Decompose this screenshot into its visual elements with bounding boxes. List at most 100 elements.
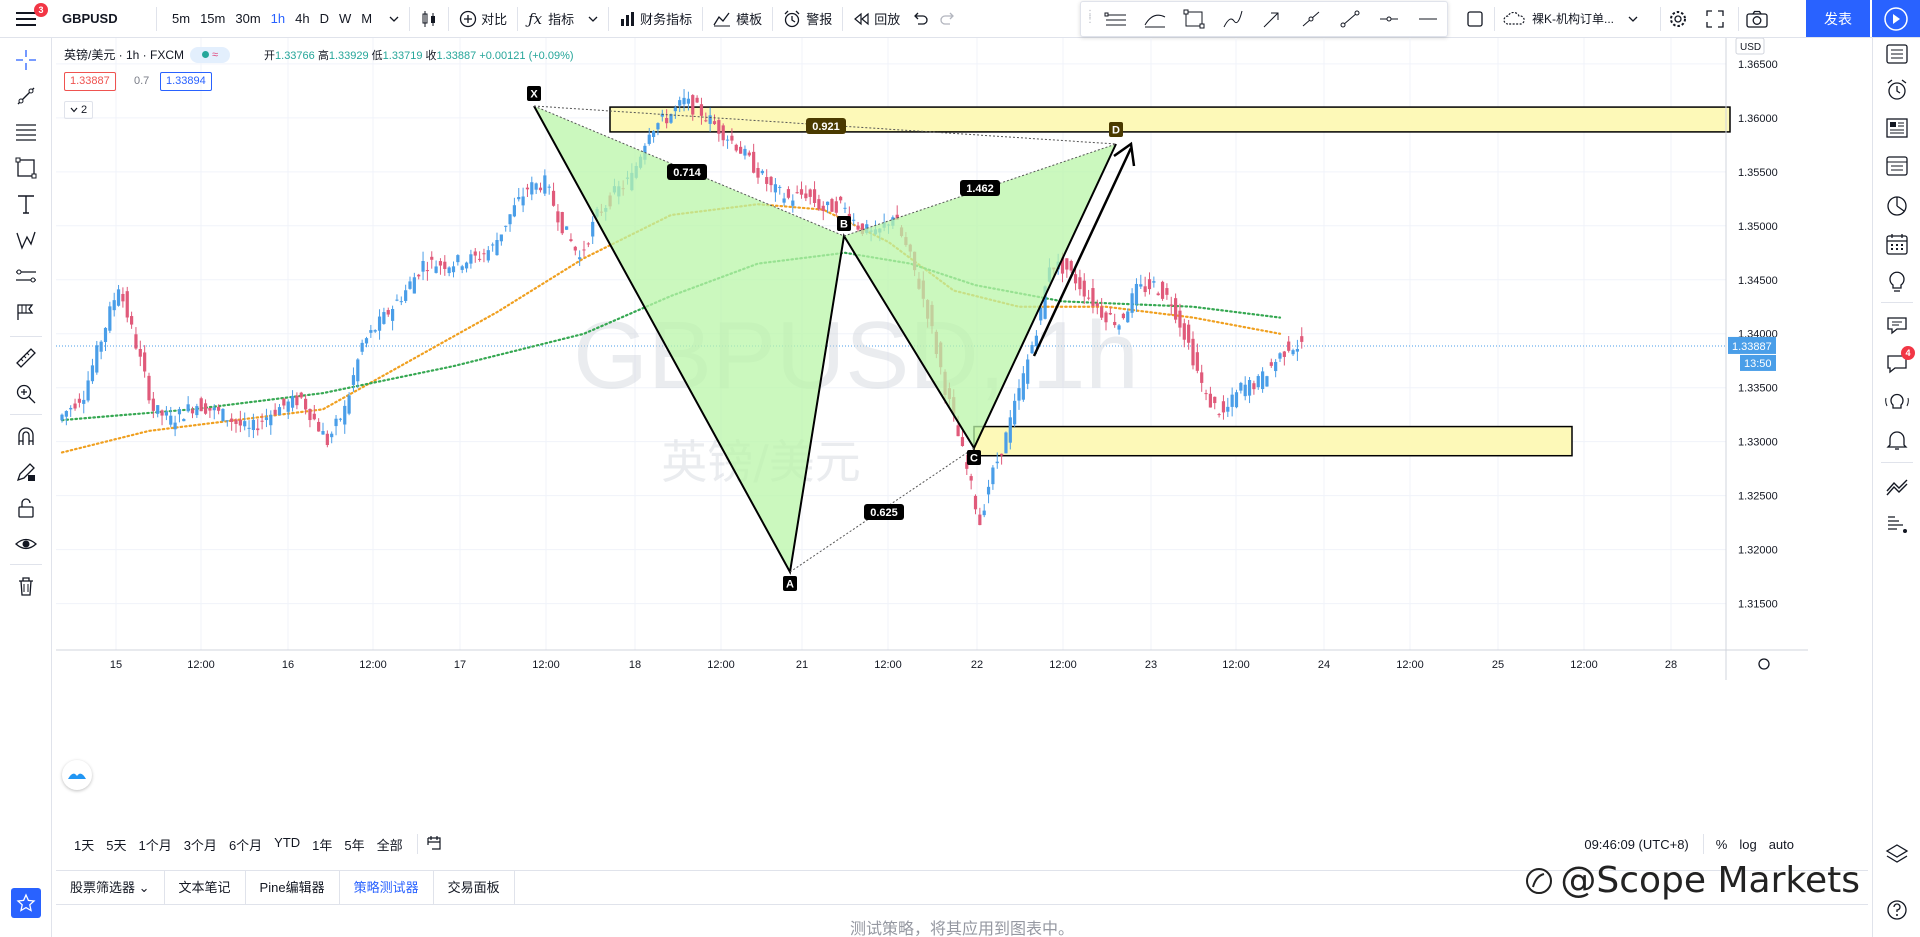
interval-d[interactable]: D: [315, 11, 334, 26]
help-button[interactable]: [1881, 894, 1913, 926]
buy-button[interactable]: 1.33894: [160, 72, 212, 91]
candle-body: [1274, 361, 1278, 372]
brush-tool[interactable]: [1214, 3, 1253, 35]
alerts-button[interactable]: [1881, 74, 1913, 106]
drag-handle-icon[interactable]: ⋮ ⋮: [1085, 10, 1095, 25]
magnet-tool[interactable]: [10, 422, 42, 450]
interval-m[interactable]: M: [356, 11, 377, 26]
interval-4h[interactable]: 4h: [290, 11, 314, 26]
undo-button[interactable]: [906, 0, 934, 38]
scale-option[interactable]: auto: [1763, 837, 1800, 852]
bottom-tab[interactable]: 文本笔记: [165, 870, 246, 905]
ideas-button[interactable]: [1881, 266, 1913, 298]
trading-panel-button[interactable]: [1881, 470, 1913, 502]
market-status[interactable]: ≈: [190, 46, 231, 63]
curve-tool[interactable]: [1136, 3, 1175, 35]
horizontal-ray-tool[interactable]: [1369, 3, 1408, 35]
chats-button[interactable]: 4: [1881, 346, 1915, 380]
symbol-description[interactable]: 英镑/美元 · 1h · FXCM: [64, 46, 184, 63]
ideas-stream-button[interactable]: [1881, 386, 1913, 418]
bottom-tab[interactable]: Pine编辑器: [246, 870, 340, 905]
range-button[interactable]: 5天: [100, 835, 132, 854]
price-chart[interactable]: GBPUSD, 1h 英镑/美元 XABCD0.9210.7141.4620.6…: [56, 38, 1808, 794]
scale-option[interactable]: log: [1733, 837, 1762, 852]
range-button[interactable]: 6个月: [223, 835, 268, 854]
symbol-search[interactable]: GBPUSD: [52, 0, 152, 38]
interval-5m[interactable]: 5m: [167, 11, 195, 26]
fullscreen-button[interactable]: [1700, 0, 1730, 38]
publish-button[interactable]: 发表: [1806, 0, 1870, 37]
favorites-button[interactable]: [11, 888, 41, 918]
shapes-tool[interactable]: [10, 154, 42, 182]
bottom-tab[interactable]: 策略测试器: [340, 870, 434, 905]
range-button[interactable]: 1个月: [132, 835, 177, 854]
interval-dropdown[interactable]: [383, 0, 405, 38]
indicators-button[interactable]: ƒx 指标: [522, 0, 604, 38]
measure-tool[interactable]: [10, 344, 42, 372]
layers-button[interactable]: [1881, 838, 1913, 870]
data-window-button[interactable]: [1881, 150, 1913, 182]
compare-button[interactable]: 对比: [453, 0, 513, 38]
candle-body: [482, 253, 486, 255]
layout-selector[interactable]: 裸K-机构订单...: [1496, 0, 1644, 38]
scale-option[interactable]: %: [1710, 837, 1734, 852]
left-drawing-toolbar: [0, 38, 52, 937]
icon-tool[interactable]: [10, 298, 42, 326]
stay-in-drawing-mode[interactable]: [10, 458, 42, 486]
range-button[interactable]: 1天: [68, 835, 100, 854]
horizontal-line-tool[interactable]: [1408, 3, 1447, 35]
dom-button[interactable]: [1881, 508, 1913, 540]
watchlist-button[interactable]: [1881, 38, 1913, 70]
snapshot-button[interactable]: [1740, 0, 1774, 38]
zoom-tool[interactable]: [10, 380, 42, 408]
lock-drawings[interactable]: [10, 494, 42, 522]
trend-line-tool[interactable]: [1330, 3, 1369, 35]
financials-button[interactable]: 财务指标: [613, 0, 698, 38]
fib-tool[interactable]: [10, 118, 42, 146]
range-button[interactable]: 3个月: [178, 835, 223, 854]
candle-body: [360, 342, 364, 352]
range-button[interactable]: 1年: [306, 835, 338, 854]
settings-button[interactable]: [1662, 0, 1694, 38]
interval-15m[interactable]: 15m: [195, 11, 230, 26]
hide-drawings[interactable]: [10, 530, 42, 558]
rectangle-tool[interactable]: [1175, 3, 1214, 35]
bottom-tab[interactable]: 交易面板: [434, 870, 515, 905]
brand-logo[interactable]: [62, 760, 92, 790]
sell-button[interactable]: 1.33887: [64, 72, 116, 91]
replay-button[interactable]: 回放: [847, 0, 906, 38]
alert-button[interactable]: 警报: [777, 0, 838, 38]
news-button[interactable]: [1881, 112, 1913, 144]
hotlist-button[interactable]: [1881, 190, 1913, 222]
calendar-button[interactable]: [1881, 228, 1913, 260]
main-menu-button[interactable]: 3: [0, 0, 52, 38]
range-button[interactable]: 全部: [371, 835, 409, 854]
trend-angle-tool[interactable]: [1291, 3, 1330, 35]
range-button[interactable]: 5年: [338, 835, 370, 854]
bottom-tab[interactable]: 股票筛选器 ⌄: [56, 870, 165, 905]
drawing-sync-button[interactable]: [1460, 0, 1490, 38]
interval-1h[interactable]: 1h: [266, 11, 290, 26]
notifications-button[interactable]: [1881, 424, 1913, 456]
clock[interactable]: 09:46:09 (UTC+8): [1584, 837, 1688, 852]
go-to-date-button[interactable]: [426, 835, 444, 854]
templates-button[interactable]: 模板: [707, 0, 768, 38]
pattern-tool[interactable]: [10, 226, 42, 254]
candle-body: [730, 135, 734, 141]
parallel-channel-tool[interactable]: [1097, 3, 1136, 35]
arrow-tool[interactable]: [1253, 3, 1292, 35]
trend-line-tool[interactable]: [10, 82, 42, 110]
candle-body: [591, 221, 595, 237]
interval-w[interactable]: W: [334, 11, 356, 26]
chart-type-button[interactable]: [414, 0, 444, 38]
indicators-collapse-button[interactable]: 2: [64, 101, 94, 119]
play-button[interactable]: [1872, 0, 1920, 37]
prediction-tool[interactable]: [10, 262, 42, 290]
redo-button[interactable]: [934, 0, 962, 38]
interval-30m[interactable]: 30m: [230, 11, 265, 26]
streams-button[interactable]: [1881, 310, 1913, 342]
remove-drawings[interactable]: [10, 572, 42, 600]
range-button[interactable]: YTD: [268, 835, 306, 854]
crosshair-tool[interactable]: [10, 46, 42, 74]
text-tool[interactable]: [10, 190, 42, 218]
